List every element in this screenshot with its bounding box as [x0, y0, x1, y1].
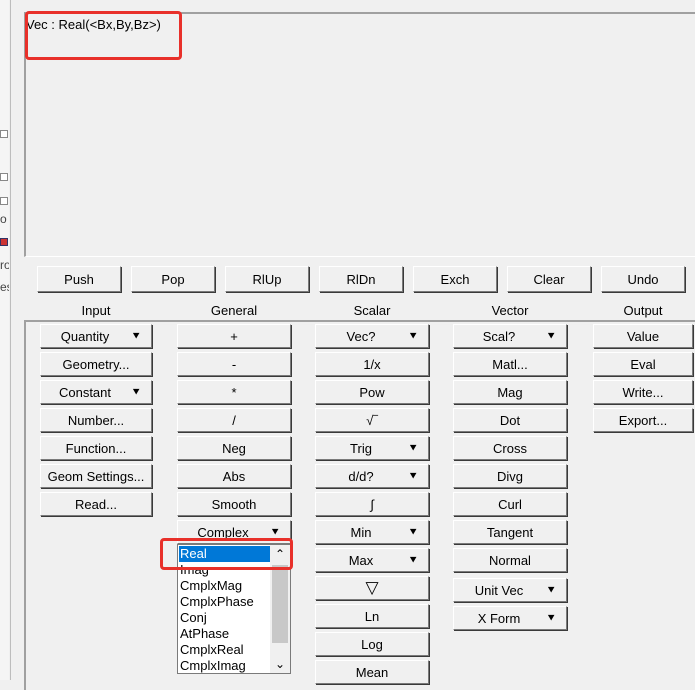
- scroll-down-icon[interactable]: ⌄: [272, 655, 288, 673]
- integral-button[interactable]: ∫: [315, 492, 429, 516]
- quantity-dropdown-button[interactable]: Quantity ⯆: [40, 324, 152, 348]
- dropdown-arrow-icon: ⯆: [408, 553, 418, 567]
- roll-up-button[interactable]: RlUp: [225, 266, 309, 292]
- dropdown-arrow-icon: ⯆: [546, 611, 556, 625]
- real-option-highlight: [160, 538, 293, 570]
- normal-button[interactable]: Normal: [453, 548, 567, 572]
- derivative-dropdown-button[interactable]: d/d? ⯆: [315, 464, 429, 488]
- cross-button[interactable]: Cross: [453, 436, 567, 460]
- number-button[interactable]: Number...: [40, 408, 152, 432]
- undo-button[interactable]: Undo: [601, 266, 685, 292]
- pop-button[interactable]: Pop: [131, 266, 215, 292]
- reciprocal-button[interactable]: 1/x: [315, 352, 429, 376]
- sqrt-button[interactable]: √‾: [315, 408, 429, 432]
- scroll-thumb[interactable]: [272, 565, 288, 643]
- dot-button[interactable]: Dot: [453, 408, 567, 432]
- option-conj[interactable]: Conj: [180, 610, 207, 626]
- constant-dropdown-button[interactable]: Constant ⯆: [40, 380, 152, 404]
- scalar-group-label: Scalar: [353, 303, 391, 318]
- trig-dropdown-button[interactable]: Trig ⯆: [315, 436, 429, 460]
- edge-fragment-text: o: [0, 212, 7, 226]
- curl-button[interactable]: Curl: [453, 492, 567, 516]
- pow-button[interactable]: Pow: [315, 380, 429, 404]
- roll-down-button[interactable]: RlDn: [319, 266, 403, 292]
- unit-vec-dropdown-button[interactable]: Unit Vec ⯆: [453, 578, 567, 602]
- value-button[interactable]: Value: [593, 324, 693, 348]
- mag-button[interactable]: Mag: [453, 380, 567, 404]
- dropdown-arrow-icon: ⯆: [408, 525, 418, 539]
- smooth-button[interactable]: Smooth: [177, 492, 291, 516]
- min-dropdown-button[interactable]: Min ⯆: [315, 520, 429, 544]
- window-divider: [10, 0, 11, 680]
- tree-node-icon: [0, 130, 8, 138]
- general-group-label: General: [210, 303, 258, 318]
- negate-button[interactable]: Neg: [177, 436, 291, 460]
- clear-button[interactable]: Clear: [507, 266, 591, 292]
- geometry-button[interactable]: Geometry...: [40, 352, 152, 376]
- vec-dropdown-button[interactable]: Vec? ⯆: [315, 324, 429, 348]
- xform-dropdown-button[interactable]: X Form ⯆: [453, 606, 567, 630]
- dropdown-arrow-icon: ⯆: [131, 329, 141, 343]
- subtract-button[interactable]: -: [177, 352, 291, 376]
- dropdown-arrow-icon: ⯆: [408, 469, 418, 483]
- write-button[interactable]: Write...: [593, 380, 693, 404]
- tangent-button[interactable]: Tangent: [453, 520, 567, 544]
- color-swatch-icon: [0, 238, 8, 246]
- matl-button[interactable]: Matl...: [453, 352, 567, 376]
- background-window-edge: o ro es: [0, 0, 9, 680]
- multiply-button[interactable]: *: [177, 380, 291, 404]
- max-dropdown-button[interactable]: Max ⯆: [315, 548, 429, 572]
- edge-fragment-text: es: [0, 280, 9, 294]
- option-cmplxreal[interactable]: CmplxReal: [180, 642, 244, 658]
- log-button[interactable]: Log: [315, 632, 429, 656]
- option-cmplximag[interactable]: CmplxImag: [180, 658, 246, 673]
- option-atphase[interactable]: AtPhase: [180, 626, 229, 642]
- function-button[interactable]: Function...: [40, 436, 152, 460]
- exchange-button[interactable]: Exch: [413, 266, 497, 292]
- tree-node-icon: [0, 197, 8, 205]
- vector-group-label: Vector: [491, 303, 529, 318]
- ln-button[interactable]: Ln: [315, 604, 429, 628]
- push-button[interactable]: Push: [37, 266, 121, 292]
- gradient-button[interactable]: ▽: [315, 576, 429, 600]
- export-button[interactable]: Export...: [593, 408, 693, 432]
- option-cmplxmag[interactable]: CmplxMag: [180, 578, 242, 594]
- dropdown-arrow-icon: ⯆: [546, 329, 556, 343]
- dropdown-arrow-icon: ⯆: [131, 385, 141, 399]
- scal-dropdown-button[interactable]: Scal? ⯆: [453, 324, 567, 348]
- edge-fragment-text: ro: [0, 258, 9, 272]
- dropdown-arrow-icon: ⯆: [546, 583, 556, 597]
- output-group-label: Output: [623, 303, 663, 318]
- dropdown-arrow-icon: ⯆: [408, 441, 418, 455]
- eval-button[interactable]: Eval: [593, 352, 693, 376]
- tree-node-icon: [0, 173, 8, 181]
- expression-highlight: [25, 11, 182, 60]
- divide-button[interactable]: /: [177, 408, 291, 432]
- mean-button[interactable]: Mean: [315, 660, 429, 684]
- read-button[interactable]: Read...: [40, 492, 152, 516]
- abs-button[interactable]: Abs: [177, 464, 291, 488]
- geom-settings-button[interactable]: Geom Settings...: [40, 464, 152, 488]
- dropdown-arrow-icon: ⯆: [408, 329, 418, 343]
- input-group-label: Input: [81, 303, 111, 318]
- divg-button[interactable]: Divg: [453, 464, 567, 488]
- option-cmplxphase[interactable]: CmplxPhase: [180, 594, 254, 610]
- add-button[interactable]: +: [177, 324, 291, 348]
